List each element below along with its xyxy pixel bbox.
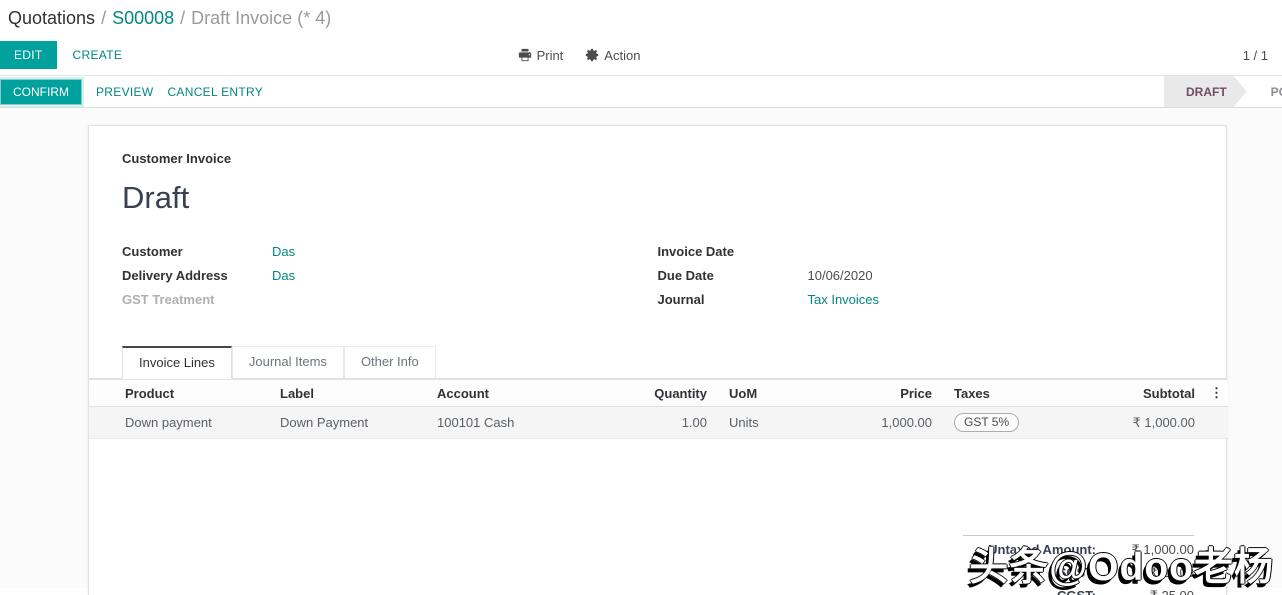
printer-icon: [518, 48, 532, 62]
cell-subtotal[interactable]: ₹ 1,000.00: [1089, 406, 1205, 439]
header-taxes[interactable]: Taxes: [942, 379, 1089, 407]
gst-treatment-label: GST Treatment: [122, 292, 215, 307]
customer-value-link[interactable]: Das: [272, 244, 295, 259]
edit-button[interactable]: EDIT: [0, 41, 57, 69]
cell-options: [1205, 406, 1228, 439]
field-gst-treatment: GST Treatment: [122, 292, 658, 316]
due-date-value: 10/06/2020: [807, 268, 873, 283]
field-delivery-address: Delivery Address Das: [122, 268, 658, 292]
statusbar-buttons: CONFIRM PREVIEW CANCEL ENTRY: [0, 76, 263, 107]
field-customer: Customer Das: [122, 244, 658, 268]
tab-other-info[interactable]: Other Info: [343, 346, 436, 378]
header-subtotal[interactable]: Subtotal: [1089, 379, 1205, 407]
cell-quantity[interactable]: 1.00: [617, 406, 717, 439]
breadcrumb-separator: /: [101, 8, 107, 28]
status-step-draft[interactable]: DRAFT: [1164, 76, 1247, 107]
totals-sgst: SGST: ₹ 25.00: [963, 565, 1194, 588]
delivery-address-value-link[interactable]: Das: [272, 268, 295, 283]
sgst-label: SGST:: [1057, 565, 1096, 580]
cell-label[interactable]: Down Payment: [280, 406, 437, 439]
due-date-label: Due Date: [657, 268, 714, 283]
invoice-date-label: Invoice Date: [657, 244, 735, 259]
breadcrumb-current: Draft Invoice (* 4): [191, 8, 332, 28]
breadcrumb-root[interactable]: Quotations: [8, 8, 95, 28]
preview-button[interactable]: PREVIEW: [96, 85, 153, 99]
header-price[interactable]: Price: [859, 379, 942, 407]
confirm-button[interactable]: CONFIRM: [0, 76, 84, 107]
action-menu-label: Action: [604, 47, 641, 63]
cell-price[interactable]: 1,000.00: [859, 406, 942, 439]
journal-label: Journal: [657, 292, 705, 307]
statusbar: CONFIRM PREVIEW CANCEL ENTRY DRAFT POSTE…: [0, 75, 1282, 108]
cancel-entry-button[interactable]: CANCEL ENTRY: [167, 85, 263, 99]
field-group-right: Invoice Date Due Date 10/06/2020 Journal…: [658, 244, 1194, 316]
toolbar-left: EDIT CREATE: [0, 41, 518, 69]
action-menu[interactable]: Action: [585, 48, 640, 63]
header-quantity[interactable]: Quantity: [617, 379, 717, 407]
print-menu-label: Print: [536, 47, 564, 63]
print-menu[interactable]: Print: [518, 47, 564, 63]
header-account[interactable]: Account: [437, 379, 617, 407]
header-label[interactable]: Label: [280, 379, 437, 407]
customer-label: Customer: [122, 244, 183, 259]
document-type-label: Customer Invoice: [122, 151, 232, 166]
totals-cgst: CGST: ₹ 25.00: [963, 588, 1194, 595]
cell-taxes[interactable]: GST 5%: [942, 406, 1089, 439]
tab-journal-items[interactable]: Journal Items: [231, 346, 344, 378]
form-content: Customer Invoice Draft Customer Das Deli…: [0, 108, 1282, 595]
page-title: Draft: [122, 180, 190, 215]
invoice-lines-table: Product Label Account Quantity UoM Price…: [89, 379, 1228, 439]
totals-untaxed: Untaxed Amount: ₹ 1,000.00: [963, 542, 1194, 565]
tab-invoice-lines[interactable]: Invoice Lines: [122, 346, 232, 379]
field-invoice-date: Invoice Date: [658, 244, 1194, 268]
header-product[interactable]: Product: [89, 379, 280, 407]
pager[interactable]: 1 / 1: [1243, 48, 1268, 63]
field-due-date: Due Date 10/06/2020: [658, 268, 1194, 292]
untaxed-amount-value: ₹ 1,000.00: [1131, 542, 1195, 557]
toolbar: EDIT CREATE Print Action 1 / 1: [0, 35, 1282, 75]
field-journal: Journal Tax Invoices: [658, 292, 1194, 316]
optional-columns-icon[interactable]: ⋮: [1205, 379, 1228, 407]
table-header-row: Product Label Account Quantity UoM Price…: [89, 379, 1228, 407]
delivery-address-label: Delivery Address: [122, 268, 228, 283]
table-row[interactable]: Down payment Down Payment 100101 Cash 1.…: [89, 406, 1228, 439]
field-group-left: Customer Das Delivery Address Das GST Tr…: [122, 244, 658, 316]
cgst-value: ₹ 25.00: [1114, 588, 1194, 595]
status-step-posted[interactable]: POSTED: [1246, 76, 1282, 107]
breadcrumb-parent-link[interactable]: S00008: [112, 8, 174, 28]
cell-account[interactable]: 100101 Cash: [437, 406, 617, 439]
toolbar-right: 1 / 1: [750, 48, 1268, 63]
status-steps: DRAFT POSTED: [1164, 76, 1282, 107]
gear-icon: [585, 48, 599, 62]
journal-value-link[interactable]: Tax Invoices: [808, 292, 880, 307]
sgst-value: ₹ 25.00: [1149, 565, 1194, 580]
field-groups: Customer Das Delivery Address Das GST Tr…: [122, 244, 1193, 316]
cgst-label: CGST:: [1057, 588, 1096, 595]
breadcrumb-separator: /: [180, 8, 186, 28]
toolbar-center: Print Action: [518, 47, 640, 63]
cell-uom[interactable]: Units: [717, 406, 859, 439]
breadcrumb: Quotations / S00008/Draft Invoice (* 4): [0, 0, 1282, 35]
tax-badge[interactable]: GST 5%: [954, 413, 1020, 432]
totals-section: Untaxed Amount: ₹ 1,000.00 SGST: ₹ 25.00…: [89, 535, 1226, 595]
notebook-tabs: Invoice Lines Journal Items Other Info: [89, 346, 1226, 379]
cell-product[interactable]: Down payment: [89, 406, 280, 439]
create-button[interactable]: CREATE: [73, 48, 123, 62]
invoice-sheet: Customer Invoice Draft Customer Das Deli…: [88, 125, 1228, 595]
untaxed-amount-label: Untaxed Amount:: [988, 542, 1096, 557]
header-uom[interactable]: UoM: [717, 379, 859, 407]
